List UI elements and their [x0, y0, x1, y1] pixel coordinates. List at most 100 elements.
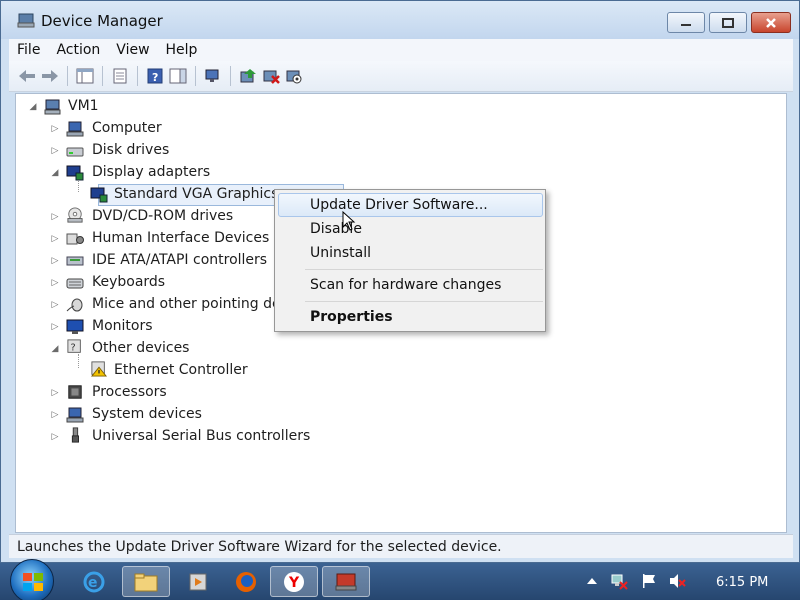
context-menu-separator — [305, 301, 543, 302]
tree-item-computer[interactable]: ▷ Computer — [16, 118, 416, 140]
forward-arrow-icon — [42, 70, 58, 82]
expand-arrow-icon[interactable]: ▷ — [50, 410, 60, 420]
tree-item-other-devices[interactable]: ◢ ? Other devices — [16, 338, 416, 360]
expand-arrow-icon[interactable]: ▷ — [50, 278, 60, 288]
media-player-icon — [189, 573, 207, 590]
window-title: Device Manager — [41, 12, 163, 30]
context-menu-separator — [305, 269, 543, 270]
disk-drive-icon — [66, 147, 84, 157]
monitor-tree-icon — [205, 69, 219, 82]
taskbar-file-explorer[interactable] — [122, 566, 170, 597]
tree-item-mice-and-other-pointing-devices[interactable]: ▷ Mice and other pointing de — [16, 294, 281, 316]
action-pane-button[interactable] — [168, 66, 188, 86]
maximize-button[interactable] — [709, 12, 747, 33]
collapse-arrow-icon[interactable]: ◢ — [50, 344, 60, 354]
taskbar-internet-explorer[interactable]: e — [70, 566, 118, 597]
tree-item-system-devices[interactable]: ▷ System devices — [16, 404, 416, 426]
forward-button[interactable] — [40, 66, 60, 86]
scan-hardware-icon — [286, 70, 302, 84]
menu-view[interactable]: View — [108, 42, 157, 58]
menu-action[interactable]: Action — [48, 42, 108, 58]
svg-text:?: ? — [71, 343, 76, 354]
context-update-driver-software[interactable]: Update Driver Software... — [310, 197, 488, 213]
properties-toolbar-button[interactable] — [110, 66, 130, 86]
context-properties[interactable]: Properties — [310, 309, 393, 325]
context-scan-for-hardware-changes[interactable]: Scan for hardware changes — [310, 277, 501, 293]
tree-item-label: Mice and other pointing de — [92, 296, 281, 312]
warning-device-icon — [90, 361, 108, 377]
tree-item-display-adapters[interactable]: ◢ Display adapters — [16, 162, 416, 184]
collapse-arrow-icon[interactable]: ◢ — [28, 102, 38, 112]
tree-item-label: Universal Serial Bus controllers — [92, 428, 311, 444]
start-button[interactable] — [10, 559, 54, 600]
context-uninstall[interactable]: Uninstall — [310, 245, 371, 261]
close-icon — [766, 17, 776, 28]
scan-hardware-toolbar-button[interactable] — [284, 66, 304, 86]
taskbar-firefox[interactable] — [222, 566, 270, 597]
show-hide-console-tree-button[interactable] — [75, 66, 95, 86]
expand-arrow-icon[interactable]: ▷ — [50, 388, 60, 398]
back-arrow-icon — [19, 70, 35, 82]
close-button[interactable] — [751, 12, 791, 33]
tree-item-universal-serial-bus-controllers[interactable]: ▷ Universal Serial Bus controllers — [16, 426, 416, 448]
tree-root-row[interactable]: ◢ VM1 — [16, 96, 416, 118]
tree-root-label: VM1 — [68, 98, 99, 114]
update-driver-icon — [240, 69, 256, 83]
menu-file[interactable]: File — [9, 42, 48, 58]
expand-arrow-icon[interactable]: ▷ — [50, 300, 60, 310]
tree-item-label: Ethernet Controller — [114, 362, 248, 378]
minimize-button[interactable] — [667, 12, 705, 33]
svg-text:e: e — [88, 575, 98, 591]
hid-icon — [66, 233, 84, 245]
taskbar-media-player[interactable] — [174, 566, 222, 597]
tree-item-label: Processors — [92, 384, 167, 400]
maximize-icon — [722, 17, 734, 28]
taskbar-device-manager[interactable] — [322, 566, 370, 597]
show-hidden-icons-icon[interactable] — [583, 572, 601, 590]
system-device-icon — [66, 407, 84, 423]
tree-item-label: Other devices — [92, 340, 190, 356]
action-center-flag-icon[interactable] — [640, 572, 658, 590]
svg-text:?: ? — [152, 71, 158, 84]
tree-item-label: Disk drives — [92, 142, 170, 158]
update-driver-toolbar-button[interactable] — [238, 66, 258, 86]
uninstall-toolbar-button[interactable] — [261, 66, 281, 86]
action-pane-icon — [169, 68, 187, 84]
expand-arrow-icon[interactable]: ▷ — [50, 256, 60, 266]
toolbar: ? — [9, 61, 793, 92]
toolbar-separator — [67, 66, 68, 86]
help-icon: ? — [147, 68, 163, 84]
tree-item-processors[interactable]: ▷ Processors — [16, 382, 416, 404]
speaker-muted-icon[interactable] — [668, 572, 686, 590]
taskbar-clock[interactable]: 6:15 PM — [716, 575, 768, 590]
taskbar-yandex-browser[interactable]: Y — [270, 566, 318, 597]
expand-arrow-icon[interactable]: ▷ — [50, 234, 60, 244]
unknown-device-icon: ? — [67, 339, 81, 354]
help-toolbar-button[interactable]: ? — [145, 66, 165, 86]
toolbar-separator — [195, 66, 196, 86]
tree-item-ethernet-controller[interactable]: Ethernet Controller — [16, 360, 416, 382]
computer-icon — [66, 121, 84, 137]
taskbar: e Y 6:15 PM — [0, 559, 800, 600]
collapse-arrow-icon[interactable]: ◢ — [50, 168, 60, 178]
expand-arrow-icon[interactable]: ▷ — [50, 124, 60, 134]
device-view-button[interactable] — [203, 66, 223, 86]
toolbar-separator — [102, 66, 103, 86]
expand-arrow-icon[interactable]: ▷ — [50, 432, 60, 442]
tree-item-label: Monitors — [92, 318, 153, 334]
monitor-icon — [66, 319, 84, 334]
device-manager-icon — [335, 573, 357, 590]
expand-arrow-icon[interactable]: ▷ — [50, 146, 60, 156]
menu-help[interactable]: Help — [158, 42, 206, 58]
context-menu: Update Driver Software... Disable Uninst… — [274, 189, 546, 332]
processor-icon — [68, 385, 82, 399]
status-bar: Launches the Update Driver Software Wiza… — [9, 534, 793, 558]
network-icon[interactable] — [610, 572, 628, 590]
tree-item-disk-drives[interactable]: ▷ Disk drives — [16, 140, 416, 162]
title-bar[interactable]: Device Manager — [1, 1, 799, 39]
device-manager-icon — [17, 13, 35, 28]
expand-arrow-icon[interactable]: ▷ — [50, 322, 60, 332]
expand-arrow-icon[interactable]: ▷ — [50, 212, 60, 222]
back-button[interactable] — [17, 66, 37, 86]
minimize-icon — [681, 23, 691, 26]
